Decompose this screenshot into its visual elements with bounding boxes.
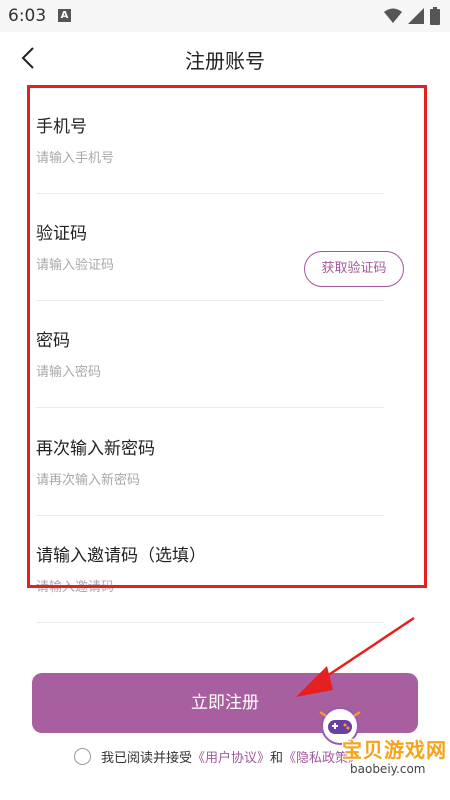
- signal-icon: [408, 8, 424, 24]
- password-label: 密码: [36, 331, 70, 351]
- page-title: 注册账号: [185, 49, 265, 73]
- password-input[interactable]: [36, 360, 286, 384]
- notification-icon: A: [58, 9, 71, 22]
- phone-label: 手机号: [36, 117, 87, 137]
- invite-code-label: 请输入邀请码（选填）: [36, 546, 206, 566]
- status-bar: 6:03 A: [0, 0, 450, 32]
- agreement-joiner: 和: [270, 750, 284, 766]
- status-time: 6:03: [8, 6, 47, 26]
- verification-code-label: 验证码: [36, 224, 87, 244]
- confirm-password-input[interactable]: [36, 468, 286, 492]
- verification-code-field: 验证码 获取验证码: [36, 193, 404, 301]
- wifi-icon: [384, 8, 402, 23]
- invite-code-field: 请输入邀请码（选填）: [36, 515, 384, 623]
- confirm-password-field: 再次输入新密码: [36, 408, 384, 516]
- invite-code-input[interactable]: [36, 575, 286, 599]
- agreement-checkbox[interactable]: [74, 747, 91, 765]
- phone-input[interactable]: [36, 146, 286, 170]
- watermark-url: baobeiy.com: [350, 762, 426, 776]
- battery-icon: [430, 7, 440, 25]
- agreement-prefix: 我已阅读并接受: [101, 750, 193, 766]
- get-verification-code-button[interactable]: 获取验证码: [304, 251, 404, 287]
- user-agreement-link[interactable]: 《用户协议》: [192, 747, 270, 766]
- app-header: 注册账号: [0, 32, 450, 84]
- watermark-name: 宝贝游戏网: [342, 738, 447, 762]
- phone-field: 手机号: [36, 86, 384, 194]
- verification-code-input[interactable]: [36, 253, 286, 277]
- confirm-password-label: 再次输入新密码: [36, 439, 155, 459]
- watermark: 宝贝游戏网 baobeiy.com: [300, 700, 450, 800]
- status-icons: [384, 7, 440, 25]
- password-field: 密码: [36, 300, 384, 408]
